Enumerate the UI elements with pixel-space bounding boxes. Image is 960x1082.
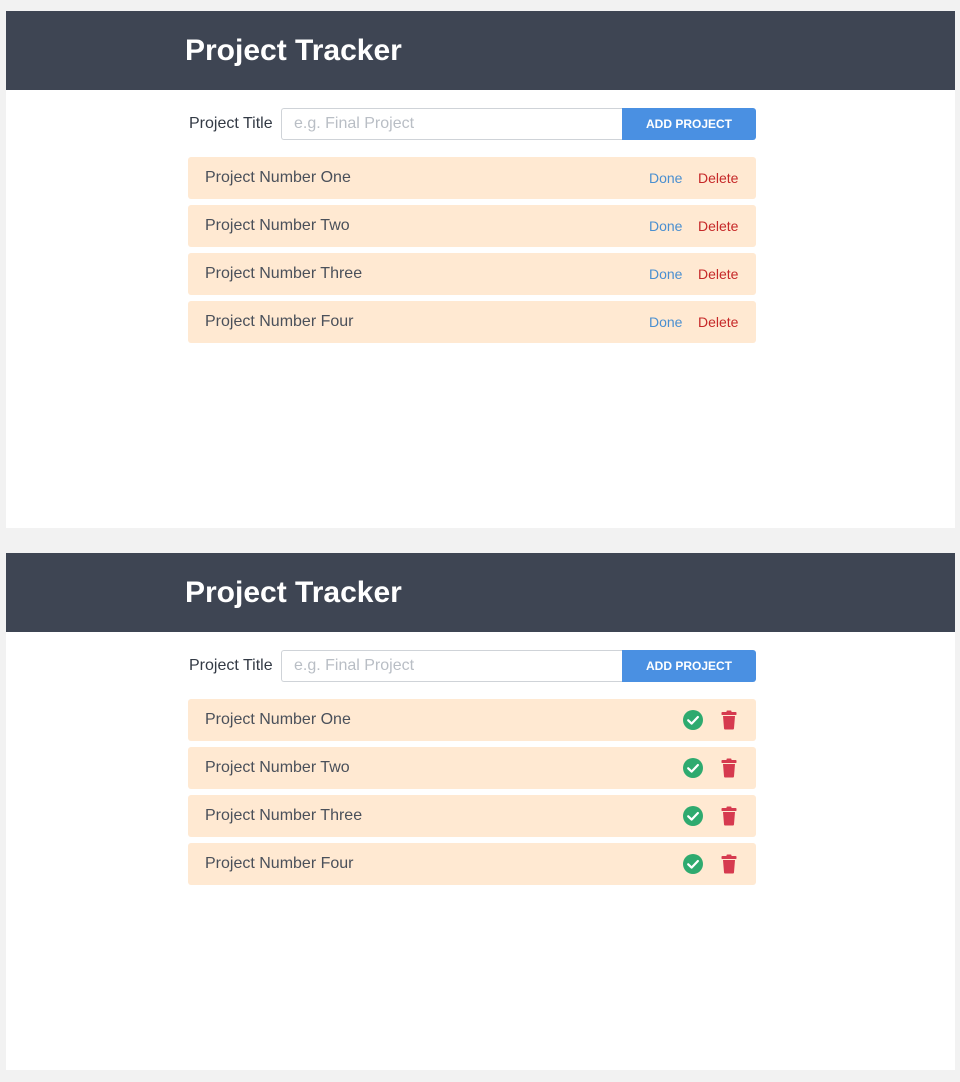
project-item: Project Number Three	[188, 795, 756, 837]
delete-link[interactable]: Delete	[698, 170, 738, 186]
delete-link[interactable]: Delete	[698, 266, 738, 282]
project-name: Project Number Two	[205, 217, 350, 234]
check-circle-icon[interactable]	[682, 805, 704, 827]
project-name: Project Number Two	[205, 759, 350, 776]
app-header: Project Tracker	[6, 11, 955, 90]
check-circle-icon[interactable]	[682, 853, 704, 875]
delete-link[interactable]: Delete	[698, 314, 738, 330]
done-link[interactable]: Done	[649, 314, 682, 330]
project-item: Project Number One	[188, 699, 756, 741]
project-item: Project Number Four	[188, 843, 756, 885]
add-project-button[interactable]: ADD PROJECT	[622, 108, 756, 140]
delete-link[interactable]: Delete	[698, 218, 738, 234]
done-link[interactable]: Done	[649, 266, 682, 282]
app-panel-icon-actions: Project Tracker Project Title ADD PROJEC…	[6, 553, 955, 1070]
project-item: Project Number Two Done Delete	[188, 205, 756, 247]
app-panel-text-actions: Project Tracker Project Title ADD PROJEC…	[6, 11, 955, 528]
project-list: Project Number One Done Delete Project N…	[188, 157, 756, 349]
trash-icon[interactable]	[718, 757, 740, 779]
project-item: Project Number Four Done Delete	[188, 301, 756, 343]
project-name: Project Number One	[205, 711, 351, 728]
add-project-button[interactable]: ADD PROJECT	[622, 650, 756, 682]
project-item: Project Number Three Done Delete	[188, 253, 756, 295]
project-name: Project Number Four	[205, 855, 354, 872]
trash-icon[interactable]	[718, 853, 740, 875]
project-item: Project Number One Done Delete	[188, 157, 756, 199]
trash-icon[interactable]	[718, 709, 740, 731]
check-circle-icon[interactable]	[682, 709, 704, 731]
done-link[interactable]: Done	[649, 170, 682, 186]
app-header: Project Tracker	[6, 553, 955, 632]
project-title-input[interactable]	[281, 650, 622, 682]
add-project-form: Project Title ADD PROJECT	[188, 650, 756, 682]
project-name: Project Number Three	[205, 265, 363, 282]
project-title-label: Project Title	[189, 115, 273, 132]
add-project-form: Project Title ADD PROJECT	[188, 108, 756, 140]
project-title-label: Project Title	[189, 657, 273, 674]
trash-icon[interactable]	[718, 805, 740, 827]
app-title: Project Tracker	[185, 34, 402, 67]
project-list: Project Number One Project Number Two Pr…	[188, 699, 756, 891]
project-name: Project Number Four	[205, 313, 354, 330]
app-title: Project Tracker	[185, 576, 402, 609]
project-title-input[interactable]	[281, 108, 622, 140]
project-name: Project Number Three	[205, 807, 363, 824]
project-item: Project Number Two	[188, 747, 756, 789]
check-circle-icon[interactable]	[682, 757, 704, 779]
done-link[interactable]: Done	[649, 218, 682, 234]
project-name: Project Number One	[205, 169, 351, 186]
